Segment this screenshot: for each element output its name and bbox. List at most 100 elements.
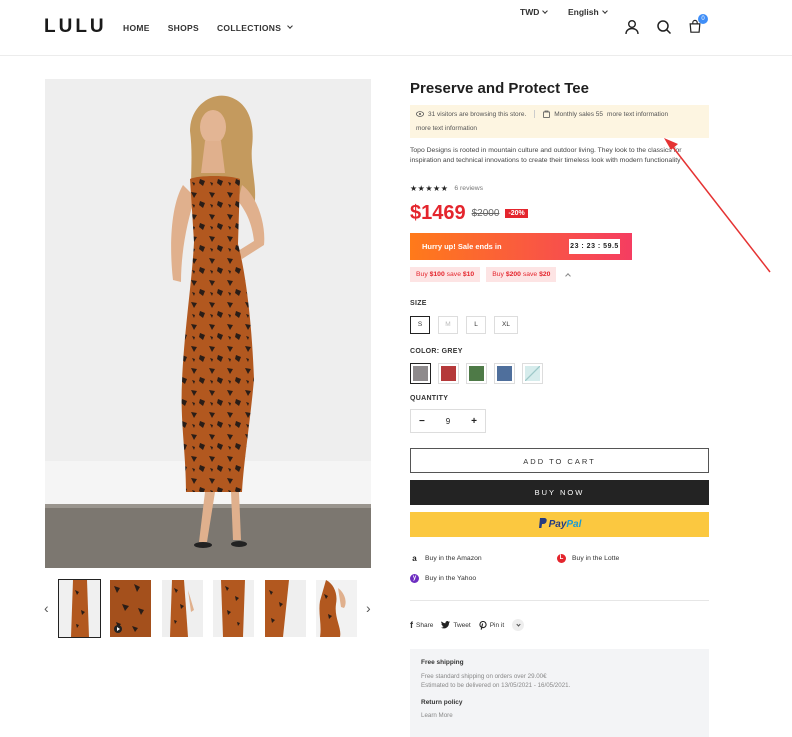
share-row: f Share Tweet Pin it [410,619,525,631]
share-more-button[interactable] [512,619,525,631]
market-lotte[interactable]: L Buy in the Lotte [557,554,619,563]
twitter-icon [441,621,451,629]
chevron-up-icon[interactable] [565,273,572,279]
size-option-m[interactable]: M [438,316,458,334]
share-pinterest[interactable]: Pin it [479,620,505,630]
paypal-icon [538,518,547,528]
logo[interactable]: LULU [44,16,107,38]
shipping-info-box: Free shipping Free standard shipping on … [410,649,709,737]
quantity-plus-button[interactable]: + [471,416,477,427]
shipping-line-2: Estimated to be delivered on 13/05/2021 … [421,682,571,690]
size-option-s[interactable]: S [410,316,430,334]
return-policy-title: Return policy [421,698,463,706]
product-main-image[interactable] [45,79,371,568]
more-text-info: more text information [607,110,669,118]
share-pinterest-label: Pin it [489,621,505,629]
chevron-down-icon [516,621,521,627]
divider [534,110,536,118]
chevron-down-icon [287,23,294,29]
lotte-icon: L [557,554,566,563]
product-photo [45,79,371,568]
color-label: COLOR: GREY [410,348,463,355]
thumbnail-5[interactable] [265,580,306,637]
nav-shops[interactable]: SHOPS [168,23,199,33]
reviews-count[interactable]: 6 reviews [454,185,483,192]
swatch-fill [413,366,428,381]
add-to-cart-button[interactable]: ADD TO CART [410,448,709,473]
thumbnail-image [59,580,100,637]
size-label: SIZE [410,300,427,307]
market-amazon[interactable]: a Buy in the Amazon [410,554,482,563]
learn-more-link[interactable]: Learn More [421,711,698,720]
currency-label: TWD [520,7,540,17]
thumbs-next-arrow[interactable]: › [366,600,371,616]
paypal-text-2: Pal [566,519,582,530]
cart-button[interactable]: 0 [688,14,708,35]
account-icon[interactable] [624,19,640,35]
color-swatch-unavailable[interactable] [522,363,543,384]
color-swatch-blue[interactable] [494,363,515,384]
shipping-title: Free shipping [421,659,464,666]
thumbnail-4[interactable] [213,580,254,637]
market-yahoo[interactable]: y Buy in the Yahoo [410,574,476,583]
color-swatch-grey[interactable] [410,363,431,384]
bundle-offers: Buy $100 save $10 Buy $200 save $20 [410,267,572,282]
rating-row[interactable]: ★★★★★ 6 reviews [410,184,483,193]
size-option-xl[interactable]: XL [494,316,518,334]
thumbnail-strip: ‹ › [40,578,375,638]
offer-2[interactable]: Buy $200 save $20 [486,267,557,282]
language-select[interactable]: English [568,7,608,17]
thumbnail-2-video[interactable] [110,580,151,637]
thumbnail-image [110,580,151,637]
size-option-l[interactable]: L [466,316,486,334]
quantity-label: QUANTITY [410,395,449,402]
shipping-line-1: Free standard shipping on orders over 29… [421,673,547,680]
eye-icon [416,111,424,117]
sale-countdown-bar: Hurry up! Sale ends in 23 : 23 : 59.5 [410,233,632,260]
discount-badge: -20% [505,209,528,218]
quantity-stepper: − 9 + [410,409,486,433]
swatch-fill [525,366,540,381]
pinterest-icon [479,620,487,630]
thumbnail-image [316,580,357,637]
thumbnail-3[interactable] [162,580,203,637]
share-facebook[interactable]: f Share [410,620,433,630]
offer-1[interactable]: Buy $100 save $10 [410,267,481,282]
nav-home[interactable]: HOME [123,23,150,33]
search-icon[interactable] [656,19,672,35]
more-text-row: more text information [416,125,477,132]
color-options [410,363,543,384]
price-row: $1469 $2000 -20% [410,202,528,225]
market-lotte-label: Buy in the Lotte [572,555,620,562]
sale-text: Hurry up! Sale ends in [422,242,502,251]
offer-prefix: Buy [416,271,430,278]
currency-select[interactable]: TWD [520,7,549,17]
share-twitter-label: Tweet [453,621,471,629]
offer-save: $10 [462,271,475,278]
offer-save: $20 [539,271,551,278]
paypal-button[interactable]: PayPal [410,512,709,537]
nav-collections[interactable]: COLLECTIONS [216,23,294,33]
buy-now-button[interactable]: BUY NOW [410,480,709,505]
offer-mid: save [520,271,540,278]
monthly-sales: Monthly sales 55 [554,110,604,118]
thumbnail-6[interactable] [316,580,357,637]
share-twitter[interactable]: Tweet [441,621,471,629]
thumbnail-1[interactable] [58,579,101,638]
visitors-text: 31 visitors are browsing this store. [428,110,527,118]
offer-mid: save [444,271,463,278]
more-text-info: more text information [416,125,478,132]
color-swatch-red[interactable] [438,363,459,384]
share-facebook-label: Share [416,621,434,629]
market-yahoo-label: Buy in the Yahoo [425,575,477,582]
quantity-value[interactable]: 9 [446,417,450,426]
nav-collections-label: COLLECTIONS [216,23,282,33]
facebook-icon: f [410,620,413,630]
offer-amount: $100 [429,271,445,278]
yahoo-icon: y [410,574,419,583]
offer-amount: $200 [505,271,521,278]
current-price: $1469 [410,202,466,224]
quantity-minus-button[interactable]: − [419,416,425,427]
color-swatch-green[interactable] [466,363,487,384]
thumbs-prev-arrow[interactable]: ‹ [44,600,49,616]
